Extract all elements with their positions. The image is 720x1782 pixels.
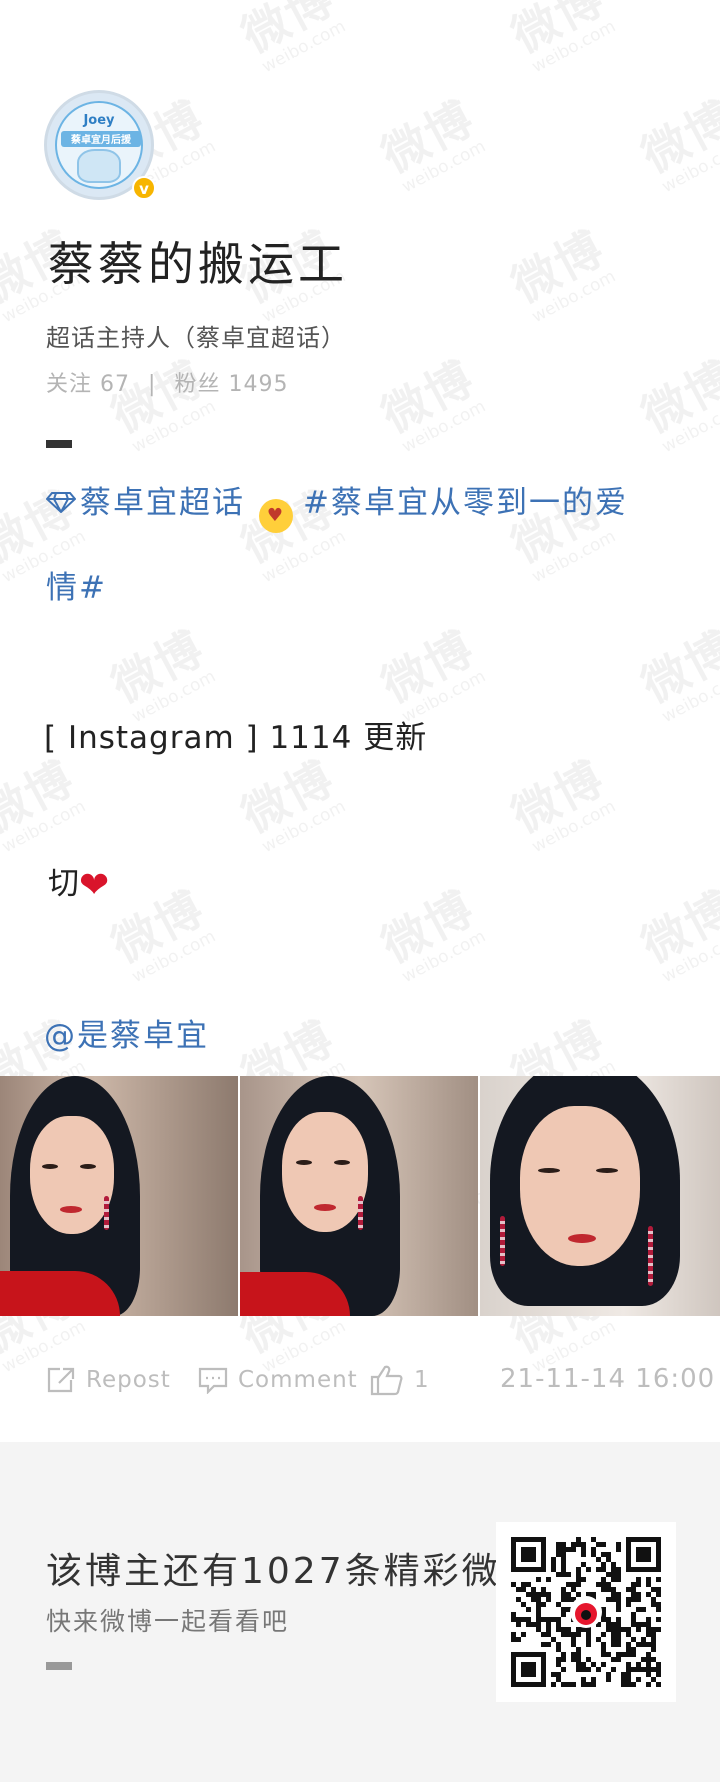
avatar-label: Joey (83, 113, 115, 128)
qr-code-icon[interactable] (496, 1522, 676, 1702)
watermark: 微博weibo.com (102, 880, 220, 988)
topic-line: 蔡卓宜超话 ♥ #蔡卓宜从零到一的爱 (45, 482, 686, 533)
hashtag-link[interactable]: #蔡卓宜从零到一的爱 (303, 485, 628, 521)
cut-text: 切 (48, 866, 79, 902)
cut-line: 切❤ (48, 858, 109, 906)
stats-separator: | (148, 372, 157, 397)
author-name[interactable]: 蔡蔡的搬运工 (48, 228, 348, 294)
super-topic-link[interactable]: 蔡卓宜超话 (80, 485, 245, 521)
comment-icon (198, 1367, 228, 1394)
repost-icon (47, 1367, 75, 1393)
like-button[interactable]: 1 (370, 1360, 430, 1400)
hashtag-link-continued[interactable]: 情# (46, 562, 107, 607)
fans-label: 粉丝 (174, 372, 221, 397)
post-text: 蔡卓宜超话 ♥ #蔡卓宜从零到一的爱 (45, 482, 686, 533)
watermark: 微博weibo.com (502, 750, 620, 858)
watermark: 微博weibo.com (632, 90, 720, 198)
post-timestamp: 21-11-14 16:00 (500, 1364, 716, 1394)
watermark: 微博weibo.com (372, 350, 490, 458)
repost-label: Repost (86, 1367, 171, 1393)
comment-button[interactable]: Comment (198, 1360, 358, 1400)
instagram-update-line: [ Instagram ] 1114 更新 (44, 720, 428, 756)
watermark: 微博weibo.com (502, 0, 620, 78)
watermark: 微博weibo.com (232, 750, 350, 858)
watermark: 微博weibo.com (0, 750, 90, 858)
author-description: 超话主持人（蔡卓宜超话） (46, 324, 346, 352)
like-icon (370, 1365, 403, 1396)
watermark: 微博weibo.com (232, 0, 350, 78)
heart-icon: ❤ (79, 865, 110, 906)
follow-label: 关注 (46, 372, 93, 397)
watermark: 微博weibo.com (632, 880, 720, 988)
photo-2[interactable] (240, 1076, 478, 1316)
divider-dash (46, 440, 72, 448)
watermark: 微博weibo.com (632, 350, 720, 458)
comment-label: Comment (238, 1367, 358, 1393)
avatar-mascot (77, 149, 121, 183)
watermark: 微博weibo.com (372, 90, 490, 198)
watermark: 微博weibo.com (372, 880, 490, 988)
footer-title: 该博主还有1027条精彩微博 (46, 1551, 540, 1592)
watermark: 微博weibo.com (632, 620, 720, 728)
repost-button[interactable]: Repost (46, 1360, 171, 1400)
footer-subtitle: 快来微博一起看看吧 (46, 1607, 290, 1636)
photo-grid (0, 1076, 720, 1316)
mention-link[interactable]: @是蔡卓宜 (44, 1010, 209, 1055)
photo-1[interactable] (0, 1076, 238, 1316)
photo-3[interactable] (480, 1076, 720, 1316)
avatar-inner: Joey 蔡卓宜月后援 (55, 101, 143, 189)
footer-divider (46, 1662, 72, 1670)
footer-promo: 该博主还有1027条精彩微博 快来微博一起看看吧 (0, 1442, 720, 1782)
follow-count: 67 (100, 372, 131, 397)
verified-badge-icon: v (132, 176, 156, 200)
avatar-band: 蔡卓宜月后援 (61, 131, 141, 147)
like-count: 1 (414, 1367, 430, 1393)
watermark: 微博weibo.com (102, 350, 220, 458)
fans-count: 1495 (228, 372, 289, 397)
author-stats: 关注 67 | 粉丝 1495 (46, 366, 288, 398)
hug-emoji-icon: ♥ (259, 499, 293, 533)
diamond-icon (45, 484, 77, 526)
watermark: 微博weibo.com (502, 220, 620, 328)
